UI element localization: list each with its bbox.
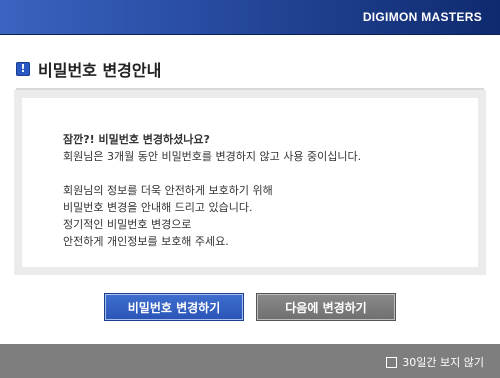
page-title: 비밀번호 변경안내	[38, 61, 162, 80]
skip-checkbox[interactable]	[386, 356, 398, 368]
change-later-button[interactable]: 다음에 변경하기	[256, 293, 396, 321]
notice-box: 잠깐?! 비밀번호 변경하셨나요? 회원님은 3개월 동안 비밀번호를 변경하지…	[14, 90, 486, 275]
notice-line: 정기적인 비밀번호 변경으로	[63, 218, 192, 231]
skip-30-days-option[interactable]: 30일간 보지 않기	[386, 354, 484, 370]
notice-spacer	[63, 165, 361, 182]
top-bar: DIGIMON MASTERS	[0, 0, 500, 35]
notice-message: 잠깐?! 비밀번호 변경하셨나요? 회원님은 3개월 동안 비밀번호를 변경하지…	[63, 131, 361, 250]
page-title-row: ! 비밀번호 변경안내	[16, 60, 162, 80]
exclamation-icon: !	[16, 62, 30, 76]
notice-line: 안전하게 개인정보를 보호해 주세요.	[63, 235, 229, 248]
notice-content: 잠깐?! 비밀번호 변경하셨나요? 회원님은 3개월 동안 비밀번호를 변경하지…	[22, 98, 478, 267]
notice-lead: 잠깐?! 비밀번호 변경하셨나요?	[63, 133, 210, 146]
footer-bar: 30일간 보지 않기	[0, 344, 500, 378]
notice-line: 비밀번호 변경을 안내해 드리고 있습니다.	[63, 201, 253, 214]
change-password-button[interactable]: 비밀번호 변경하기	[104, 293, 244, 321]
skip-label[interactable]: 30일간 보지 않기	[402, 354, 484, 370]
notice-line: 회원님은 3개월 동안 비밀번호를 변경하지 않고 사용 중이십니다.	[63, 150, 362, 163]
brand-logo-text: DIGIMON MASTERS	[362, 10, 482, 24]
notice-line: 회원님의 정보를 더욱 안전하게 보호하기 위해	[63, 184, 273, 197]
